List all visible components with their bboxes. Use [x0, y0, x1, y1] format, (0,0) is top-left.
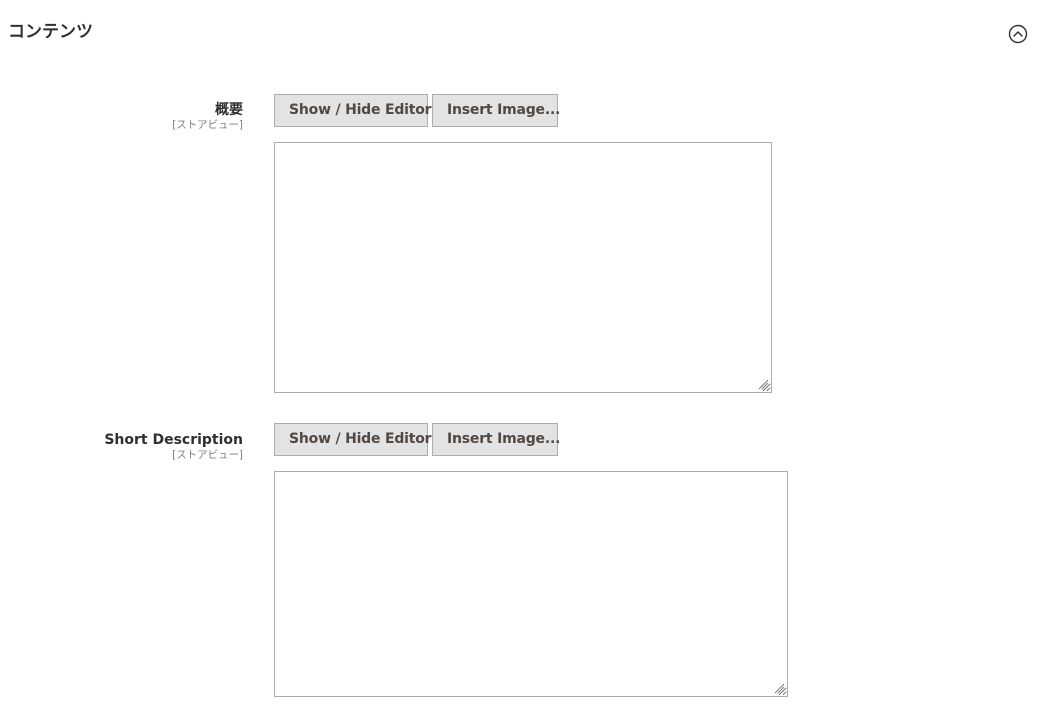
short-description-editor-toolbar: Show / Hide Editor Insert Image...	[274, 423, 560, 456]
description-textarea[interactable]	[274, 142, 772, 393]
short-description-insert-image-button[interactable]: Insert Image...	[432, 423, 560, 456]
collapse-toggle-button[interactable]	[1008, 24, 1028, 44]
description-scope-label: [ストアビュー]	[172, 118, 243, 131]
description-show-hide-editor-button[interactable]: Show / Hide Editor	[274, 94, 432, 127]
short-description-show-hide-editor-button[interactable]: Show / Hide Editor	[274, 423, 432, 456]
short-description-label: Short Description	[104, 432, 243, 448]
description-label: 概要	[215, 102, 243, 118]
section-title: コンテンツ	[8, 22, 93, 42]
section-header-content[interactable]: コンテンツ	[0, 0, 1054, 64]
chevron-up-circle-icon	[1008, 24, 1028, 44]
description-editor-toolbar: Show / Hide Editor Insert Image...	[274, 94, 560, 127]
description-insert-image-button[interactable]: Insert Image...	[432, 94, 560, 127]
short-description-field-label: Short Description [ストアビュー]	[0, 432, 243, 461]
description-field-label: 概要 [ストアビュー]	[0, 102, 243, 131]
short-description-textarea[interactable]	[274, 471, 788, 697]
short-description-scope-label: [ストアビュー]	[172, 448, 243, 461]
